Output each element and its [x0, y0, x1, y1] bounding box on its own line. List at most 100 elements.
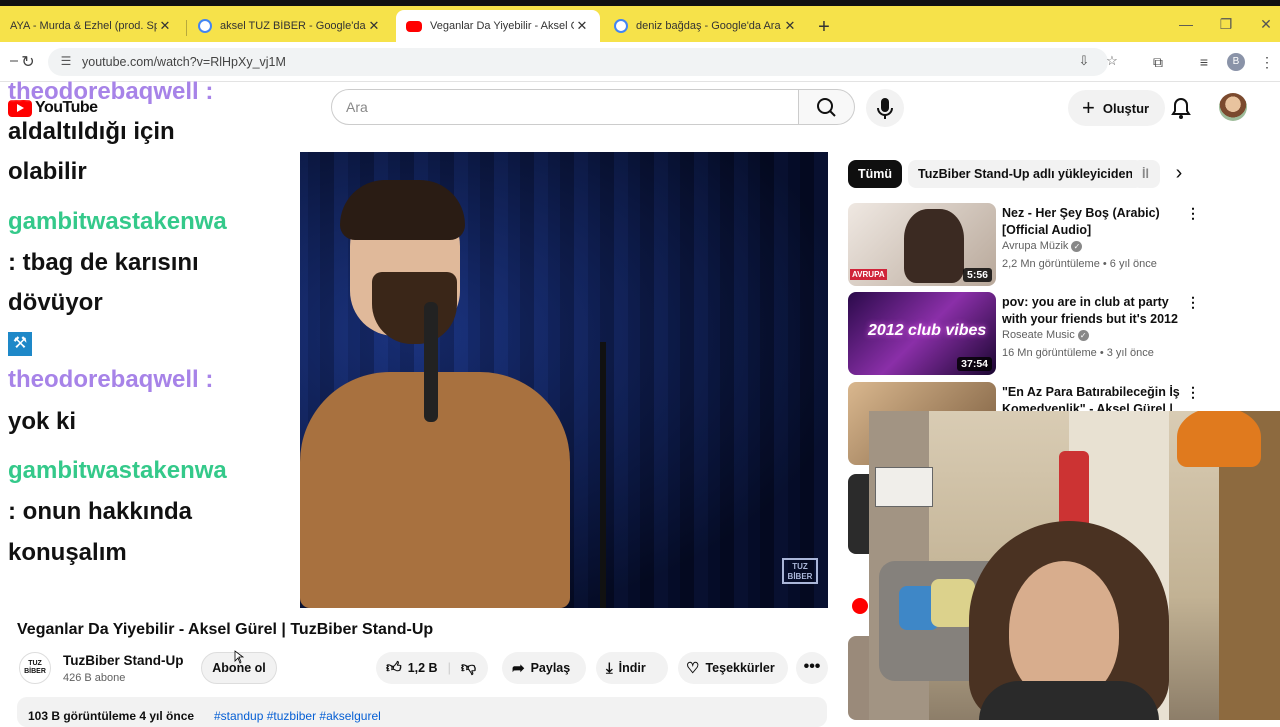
reload-icon[interactable]: ↻ [18, 52, 38, 72]
notifications-bell-icon[interactable] [1168, 95, 1194, 121]
voice-search-button[interactable] [866, 89, 904, 127]
media-queue-icon[interactable]: ≡ [1195, 54, 1213, 70]
bookmark-star-icon[interactable]: ☆ [1103, 53, 1121, 69]
download-button[interactable]: ⤓ İndir [596, 652, 668, 684]
browser-menu-icon[interactable]: ⋮ [1258, 54, 1276, 71]
recommendation-meta: 2,2 Mn görüntüleme • 6 yıl önce [1002, 258, 1157, 270]
duration-badge: 37:54 [957, 357, 992, 371]
more-options-icon[interactable]: ⋮ [1186, 384, 1200, 401]
thanks-button[interactable]: ♡ Teşekkürler [678, 652, 788, 684]
google-favicon-icon [614, 19, 628, 33]
tab-title: Veganlar Da Yiyebilir - Aksel Gürel [430, 20, 574, 32]
duration-badge: 5:56 [962, 268, 992, 282]
video-thumbnail[interactable]: AVRUPA 5:56 [848, 203, 996, 286]
thumbnail-text: 2012 club vibes [868, 322, 987, 339]
window-close-icon[interactable]: ✕ [1256, 16, 1276, 33]
tab-separator [186, 20, 187, 36]
chip-all[interactable]: Tümü [848, 160, 903, 188]
minimize-icon[interactable]: — [1176, 16, 1196, 32]
search-icon [817, 98, 836, 117]
tab-title: aksel TUZ BİBER - Google'da Ara [220, 20, 366, 32]
chevron-right-icon[interactable]: › [1168, 160, 1190, 188]
tab-strip: AYA - Murda & Ezhel (prod. Spanker) ✕ ak… [0, 6, 1280, 42]
channel-label: Avrupa Müzik [1002, 240, 1069, 252]
tab-aya[interactable]: AYA - Murda & Ezhel (prod. Spanker) ✕ [0, 10, 183, 42]
like-dislike-group: 👍︎ 1,2 B | 👎︎ [376, 652, 488, 684]
youtube-logo-text: YouTube [35, 99, 98, 116]
maximize-icon[interactable]: ❐ [1216, 16, 1236, 33]
webcam-figurine [1059, 451, 1089, 531]
extensions-puzzle-icon[interactable]: ⧉ [1149, 54, 1167, 71]
thumbs-down-icon[interactable]: 👎︎ [461, 659, 476, 677]
plus-icon: + [1082, 95, 1095, 120]
share-button[interactable]: ➦ Paylaş [502, 652, 586, 684]
tab-close-icon[interactable]: ✕ [574, 18, 590, 34]
comedian-beard [372, 272, 457, 344]
recommendation-item[interactable]: 2012 club vibes 37:54 pov: you are in cl… [848, 292, 1200, 376]
thanks-label: Teşekkürler [705, 661, 775, 675]
webcam-overlay [869, 411, 1280, 720]
google-favicon-icon [198, 19, 212, 33]
subscriber-count: 426 B abone [63, 672, 126, 684]
channel-watermark: TUZ BİBER [782, 558, 818, 584]
account-avatar[interactable] [1219, 93, 1247, 121]
recommendation-item[interactable]: AVRUPA 5:56 Nez - Her Şey Boş (Arabic) [… [848, 203, 1200, 287]
search-input[interactable]: Ara [331, 89, 799, 125]
description-box[interactable]: 103 B görüntüleme 4 yıl önce #standup #t… [17, 697, 827, 727]
create-label: Oluştur [1102, 100, 1150, 116]
chip-related[interactable]: İl [1132, 160, 1160, 188]
tab-youtube-video[interactable]: Veganlar Da Yiyebilir - Aksel Gürel ✕ [396, 10, 600, 42]
recommendation-title[interactable]: pov: you are in club at party with your … [1002, 294, 1180, 328]
new-tab-plus-icon[interactable]: + [814, 16, 834, 38]
tab-title: AYA - Murda & Ezhel (prod. Spanker) [10, 20, 157, 32]
video-thumbnail[interactable]: 2012 club vibes 37:54 [848, 292, 996, 375]
channel-name[interactable]: TuzBiber Stand-Up [63, 653, 184, 668]
webcam-picture-frame [875, 467, 933, 507]
hashtags[interactable]: #standup #tuzbiber #akselgurel [214, 709, 381, 723]
video-thumbnail-partial[interactable] [848, 474, 870, 554]
video-thumbnail-partial[interactable] [848, 636, 870, 720]
tab-close-icon[interactable]: ✕ [782, 18, 798, 34]
youtube-favicon-icon [406, 20, 422, 32]
url-text[interactable]: youtube.com/watch?v=RlHpXy_vj1M [82, 55, 286, 69]
thumbnail-logo: AVRUPA [850, 269, 887, 280]
video-player[interactable]: TUZ BİBER [0, 152, 828, 608]
tab-close-icon[interactable]: ✕ [366, 18, 382, 34]
more-options-icon[interactable]: ⋮ [1186, 205, 1200, 222]
browser-profile-avatar[interactable]: B [1227, 53, 1245, 71]
chip-from-uploader[interactable]: TuzBiber Stand-Up adlı yükleyiciden [908, 160, 1144, 188]
like-count[interactable]: 1,2 B [408, 661, 438, 675]
mic-stand [600, 342, 606, 608]
view-stats: 103 B görüntüleme 4 yıl önce [28, 709, 195, 723]
mouse-cursor-icon [234, 650, 244, 664]
webcam-lamp [1177, 411, 1261, 467]
more-options-icon[interactable]: ⋮ [1186, 294, 1200, 311]
youtube-header: YouTube Ara + Oluştur [0, 82, 1280, 132]
like-divider: | [447, 661, 451, 675]
youtube-logo[interactable]: YouTube [8, 99, 98, 117]
recommendation-channel[interactable]: Roseate Music ✓ [1002, 329, 1089, 341]
youtube-mix-icon [852, 598, 868, 614]
search-button[interactable] [799, 89, 855, 125]
install-app-icon[interactable]: ⇩ [1075, 53, 1093, 69]
channel-avatar[interactable]: TUZ BİBER [19, 652, 51, 684]
video-title: Veganlar Da Yiyebilir - Aksel Gürel | Tu… [17, 621, 434, 638]
recommendation-meta: 16 Mn görüntüleme • 3 yıl önce [1002, 347, 1154, 359]
tab-title: deniz bağdaş - Google'da Ara [636, 20, 781, 32]
tab-close-icon[interactable]: ✕ [157, 18, 173, 34]
thumbs-up-icon[interactable]: 👍︎ [386, 659, 402, 677]
recommendation-channel[interactable]: Avrupa Müzik ✓ [1002, 240, 1083, 252]
channel-label: Roseate Music [1002, 329, 1075, 341]
create-button[interactable]: + Oluştur [1068, 90, 1166, 126]
omnibox[interactable]: ☰ youtube.com/watch?v=RlHpXy_vj1M ⇩ ☆ [48, 48, 1118, 76]
download-label: İndir [618, 661, 646, 675]
comedian-hair [340, 180, 465, 240]
tab-google-aksel[interactable]: aksel TUZ BİBER - Google'da Ara ✕ [188, 10, 392, 42]
more-actions-button[interactable]: ••• [796, 652, 828, 684]
youtube-play-icon [8, 99, 32, 117]
share-arrow-icon: ➦ [512, 660, 525, 677]
tab-google-deniz[interactable]: deniz bağdaş - Google'da Ara ✕ [604, 10, 808, 42]
streamer-face [1009, 561, 1119, 701]
recommendation-title[interactable]: Nez - Her Şey Boş (Arabic) [Official Aud… [1002, 205, 1180, 239]
site-info-icon[interactable]: ☰ [58, 54, 74, 70]
